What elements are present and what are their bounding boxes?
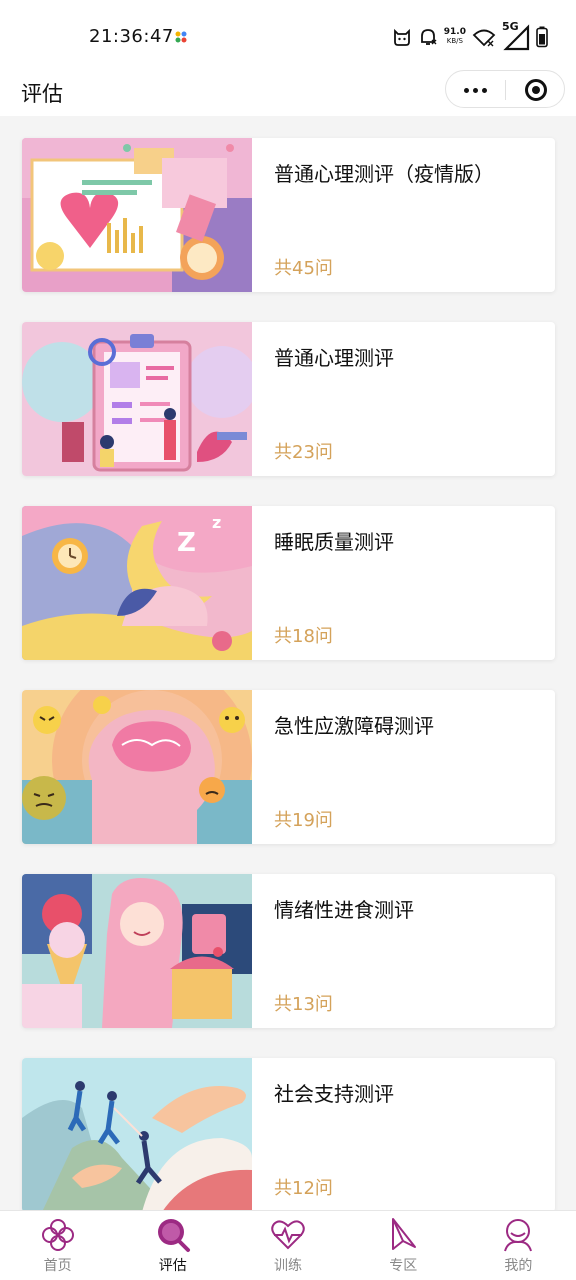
assessment-question-count: 共12问 [274, 1178, 333, 1199]
nav-header: 评估 [0, 70, 576, 116]
tab-label: 专区 [389, 1258, 418, 1274]
page-title: 评估 [21, 82, 63, 106]
assessment-card[interactable]: Z z 睡眠质量测评 共18问 [22, 506, 555, 660]
cat-face-icon [393, 28, 410, 46]
bottom-tab-bar: 首页 评估 训练 专区 我的 [0, 1210, 576, 1280]
assessment-title: 普通心理测评 [274, 346, 394, 370]
assessment-card[interactable]: 社会支持测评 共12问 [22, 1058, 555, 1212]
mini-program-capsule [445, 70, 565, 108]
more-button[interactable] [446, 71, 505, 109]
assessment-card[interactable]: 情绪性进食测评 共13问 [22, 874, 555, 1028]
user-icon [504, 1219, 533, 1252]
wifi-icon [472, 29, 496, 47]
assessment-question-count: 共45问 [274, 258, 333, 279]
tab-label: 首页 [43, 1258, 72, 1274]
tab-home[interactable]: 首页 [0, 1211, 115, 1280]
paper-plane-icon [392, 1218, 417, 1250]
tab-label: 评估 [158, 1258, 187, 1274]
bell-muted-icon [420, 29, 437, 45]
assessment-title: 普通心理测评（疫情版） [274, 162, 494, 186]
assessment-question-count: 共13问 [274, 994, 333, 1015]
cellular-signal: 5G [502, 20, 530, 52]
heartbeat-icon [271, 1220, 305, 1250]
battery-icon [536, 26, 548, 48]
tab-training[interactable]: 训练 [230, 1211, 345, 1280]
app-notification-icon [175, 31, 187, 43]
network-speed: 91.0 KB/S [444, 28, 466, 46]
assessment-card[interactable]: 普通心理测评 共23问 [22, 322, 555, 476]
tab-profile[interactable]: 我的 [461, 1211, 576, 1280]
assessment-question-count: 共19问 [274, 810, 333, 831]
tab-label: 训练 [274, 1258, 302, 1274]
close-button[interactable] [506, 71, 565, 109]
tab-zone[interactable]: 专区 [346, 1211, 461, 1280]
clover-icon [41, 1219, 74, 1251]
assessment-card[interactable]: 普通心理测评（疫情版） 共45问 [22, 138, 555, 292]
tab-assessment[interactable]: 评估 [115, 1211, 230, 1280]
svg-text:Z: Z [177, 528, 196, 558]
record-icon [525, 79, 547, 101]
assessment-question-count: 共23问 [274, 442, 333, 463]
assessment-illustration [22, 874, 252, 1028]
assessment-title: 情绪性进食测评 [274, 898, 414, 922]
assessment-list: 普通心理测评（疫情版） 共45问 普通心理测评 共23问 Z z 睡眠质量测评 … [22, 138, 555, 1242]
signal-icon [503, 24, 530, 51]
assessment-illustration [22, 1058, 252, 1212]
network-speed-unit: KB/S [446, 37, 463, 45]
assessment-illustration [22, 690, 252, 844]
assessment-illustration [22, 322, 252, 476]
assessment-title: 睡眠质量测评 [274, 530, 394, 554]
assessment-question-count: 共18问 [274, 626, 333, 647]
status-time: 21:36:47 [89, 26, 174, 47]
svg-text:z: z [212, 513, 221, 532]
assessment-title: 社会支持测评 [274, 1082, 394, 1106]
assessment-illustration [22, 138, 252, 292]
assessment-card[interactable]: 急性应激障碍测评 共19问 [22, 690, 555, 844]
network-speed-value: 91.0 [443, 27, 466, 37]
tab-label: 我的 [504, 1258, 533, 1274]
status-bar: 21:36:47 91.0 KB/S 5G [0, 0, 576, 70]
assessment-title: 急性应激障碍测评 [274, 714, 434, 738]
assessment-illustration: Z z [22, 506, 252, 660]
search-magnifier-icon [157, 1219, 190, 1252]
status-icons: 91.0 KB/S 5G [392, 20, 548, 52]
